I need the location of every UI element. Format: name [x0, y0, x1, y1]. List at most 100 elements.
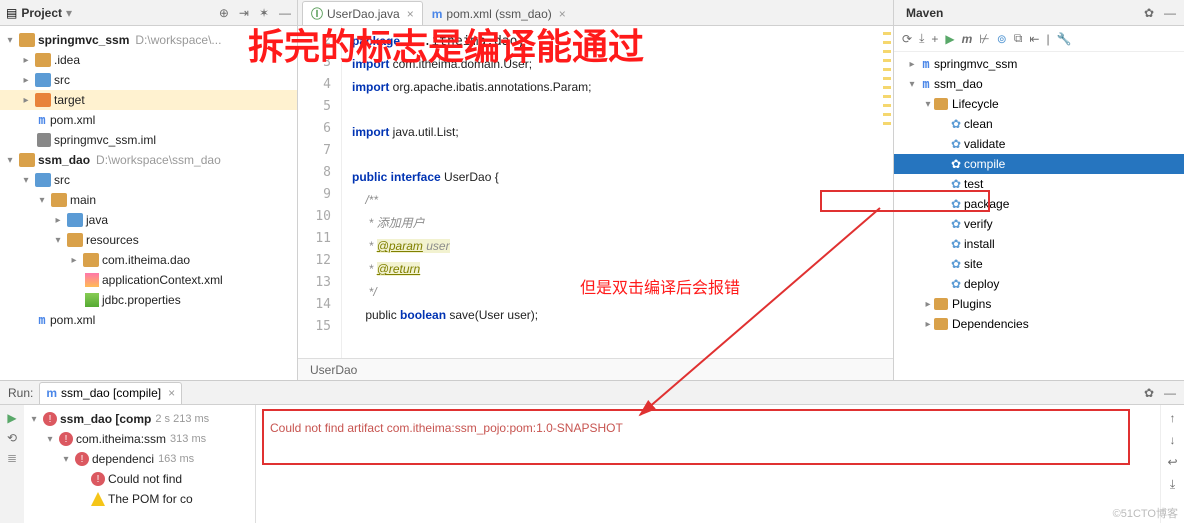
run-tree-row[interactable]: ▾ ! ssm_dao [comp 2 s 213 ms	[26, 409, 253, 429]
tree-item[interactable]: springmvc_ssm.iml	[0, 130, 297, 150]
maven-goal-clean[interactable]: ✿clean	[894, 114, 1184, 134]
tree-label: com.itheima.dao	[102, 253, 190, 267]
tree-item[interactable]: m pom.xml	[0, 110, 297, 130]
arrow-icon[interactable]: ▸	[52, 215, 64, 226]
maven-goal-site[interactable]: ✿site	[894, 254, 1184, 274]
maven-label: site	[964, 257, 983, 271]
arrow-icon[interactable]: ▾	[52, 235, 64, 246]
m-icon[interactable]: m	[962, 32, 973, 46]
run-body: ▶ ⟲ ≣ ▾ ! ssm_dao [comp 2 s 213 ms ▾ ! c…	[0, 405, 1184, 523]
maven-label: Lifecycle	[952, 97, 999, 111]
run-icon[interactable]: ▶	[945, 32, 954, 46]
maven-plugins[interactable]: ▸ Plugins	[894, 294, 1184, 314]
up-icon[interactable]: ↑	[1170, 411, 1176, 425]
hide-icon[interactable]: —	[1164, 386, 1176, 400]
tree-item[interactable]: ▸ java	[0, 210, 297, 230]
maven-goal-compile[interactable]: ✿compile	[894, 154, 1184, 174]
arrow-icon[interactable]: ▸	[20, 95, 32, 106]
collapse-icon[interactable]: ⇤	[1029, 32, 1039, 46]
maven-module[interactable]: ▾ m ssm_dao	[894, 74, 1184, 94]
arrow-icon[interactable]: ▾	[4, 155, 16, 166]
tree-item[interactable]: ▾ src	[0, 170, 297, 190]
run-tree-row[interactable]: ▾ ! dependenci 163 ms	[26, 449, 253, 469]
module-label: ssm_dao	[38, 153, 90, 167]
arrow-icon[interactable]: ▸	[20, 75, 32, 86]
maven-goal-validate[interactable]: ✿validate	[894, 134, 1184, 154]
iml-file-icon	[37, 133, 51, 147]
folder-icon	[934, 298, 948, 310]
arrow-icon[interactable]: ▸	[906, 59, 918, 70]
tree-item[interactable]: ▾ resources	[0, 230, 297, 250]
hide-icon[interactable]: —	[1164, 6, 1176, 20]
wrench-icon[interactable]: 🔧	[1057, 32, 1072, 46]
scroll-icon[interactable]: ⤓	[1170, 477, 1175, 492]
maven-dependencies[interactable]: ▸ Dependencies	[894, 314, 1184, 334]
maven-label: install	[964, 237, 995, 251]
arrow-icon[interactable]: ▾	[44, 434, 56, 445]
tree-item-target[interactable]: ▸ target	[0, 90, 297, 110]
arrow-icon[interactable]: ▸	[922, 319, 934, 330]
softwrap-icon[interactable]: ↩	[1167, 455, 1177, 469]
down-icon[interactable]: ↓	[1170, 433, 1176, 447]
arrow-icon[interactable]: ▸	[68, 255, 80, 266]
breadcrumb-item[interactable]: UserDao	[310, 363, 357, 377]
gear-icon[interactable]: ✿	[1144, 6, 1154, 20]
warning-icon	[91, 492, 105, 506]
arrow-icon[interactable]: ▾	[922, 99, 934, 110]
rerun-icon[interactable]: ▶	[7, 411, 16, 425]
folder-icon	[35, 53, 51, 67]
run-tree-row[interactable]: The POM for co	[26, 489, 253, 509]
folder-icon	[934, 98, 948, 110]
tree-item[interactable]: ▸ com.itheima.dao	[0, 250, 297, 270]
maven-goal-verify[interactable]: ✿verify	[894, 214, 1184, 234]
stop-icon[interactable]: ⟲	[7, 431, 17, 445]
arrow-icon[interactable]: ▾	[28, 414, 40, 425]
generate-icon[interactable]: ⤓	[919, 31, 924, 46]
run-tab[interactable]: m ssm_dao [compile] ×	[39, 382, 182, 404]
tree-item[interactable]: applicationContext.xml	[0, 270, 297, 290]
skip-icon[interactable]: ⊬	[979, 32, 989, 46]
project-title: Project	[21, 6, 62, 20]
arrow-icon[interactable]: ▾	[60, 454, 72, 465]
line-gutter: 23456789101112131415	[298, 26, 342, 358]
annotation-big-text: 拆完的标志是编译能通过	[248, 18, 644, 70]
arrow-icon[interactable]: ▾	[36, 195, 48, 206]
arrow-icon[interactable]: ▾	[20, 175, 32, 186]
maven-label: springmvc_ssm	[934, 57, 1017, 71]
maven-goal-install[interactable]: ✿install	[894, 234, 1184, 254]
run-tree-row[interactable]: ▾ ! com.itheima:ssm 313 ms	[26, 429, 253, 449]
graph-icon[interactable]: ⧉	[1014, 31, 1023, 46]
gear-icon[interactable]: ✿	[1144, 386, 1154, 400]
arrow-icon[interactable]: ▾	[4, 35, 16, 46]
maven-goal-deploy[interactable]: ✿deploy	[894, 274, 1184, 294]
tree-label: java	[86, 213, 108, 227]
tree-label: pom.xml	[50, 113, 95, 127]
arrow-icon[interactable]: ▸	[20, 55, 32, 66]
tree-module[interactable]: ▾ ssm_dao D:\workspace\ssm_dao	[0, 150, 297, 170]
refresh-icon[interactable]: ⟳	[902, 32, 912, 46]
filter-icon[interactable]: ≣	[7, 451, 17, 465]
maven-module[interactable]: ▸ m springmvc_ssm	[894, 54, 1184, 74]
close-icon[interactable]: ×	[168, 386, 175, 400]
offline-icon[interactable]: ⊚	[997, 32, 1007, 46]
run-tree-label: Could not find	[108, 472, 182, 486]
arrow-icon[interactable]: ▸	[922, 299, 934, 310]
tree-item[interactable]: m pom.xml	[0, 310, 297, 330]
target-icon[interactable]: ⊕	[219, 6, 229, 20]
tree-label: src	[54, 173, 70, 187]
maven-label: compile	[964, 157, 1005, 171]
maven-lifecycle[interactable]: ▾ Lifecycle	[894, 94, 1184, 114]
watermark: ©51CTO博客	[1113, 505, 1178, 521]
tree-item[interactable]: ▸ src	[0, 70, 297, 90]
add-icon[interactable]: +	[931, 32, 938, 46]
annotation-arrow	[620, 200, 900, 430]
tree-item[interactable]: ▾ main	[0, 190, 297, 210]
tree-label: .idea	[54, 53, 80, 67]
gear-icon: ✿	[948, 257, 964, 271]
tree-item[interactable]: jdbc.properties	[0, 290, 297, 310]
gear-icon: ✿	[948, 117, 964, 131]
dropdown-icon[interactable]: ▾	[66, 6, 72, 20]
run-tree-row[interactable]: ! Could not find	[26, 469, 253, 489]
arrow-icon[interactable]: ▾	[906, 79, 918, 90]
properties-file-icon	[85, 293, 99, 307]
